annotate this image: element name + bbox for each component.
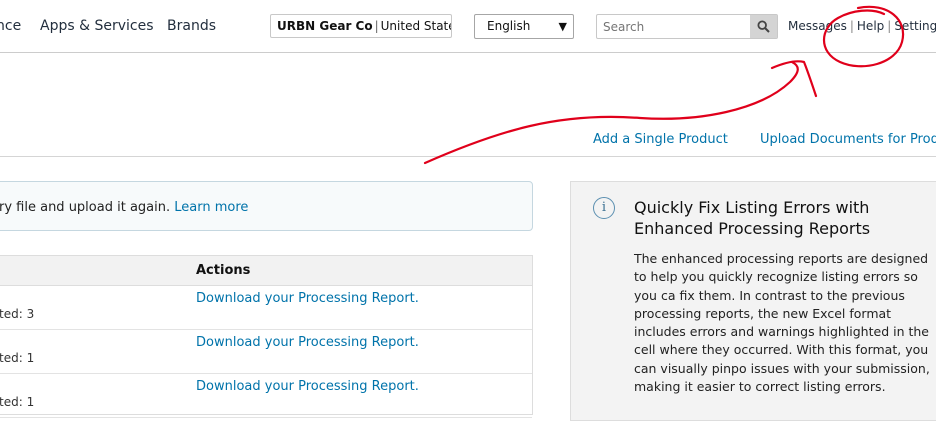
table-row: itted: 3 Download your Processing Report… bbox=[0, 285, 532, 330]
section-divider bbox=[0, 156, 936, 157]
nav-link-apps-services[interactable]: Apps & Services bbox=[40, 18, 154, 34]
language-value: English bbox=[487, 19, 531, 33]
utility-links: Messages | Help | Setting bbox=[788, 19, 936, 33]
download-report-link[interactable]: Download your Processing Report. bbox=[196, 291, 419, 306]
nav-link-brands[interactable]: Brands bbox=[167, 18, 216, 34]
account-switcher[interactable]: URBN Gear Co|United States bbox=[270, 14, 452, 38]
table-row: itted: 1 Download your Processing Report… bbox=[0, 329, 532, 374]
add-single-product-link[interactable]: Add a Single Product bbox=[593, 132, 728, 147]
info-icon: i bbox=[593, 197, 615, 219]
info-panel: i Quickly Fix Listing Errors with Enhanc… bbox=[570, 181, 936, 421]
language-select[interactable]: English ▼ bbox=[474, 14, 574, 39]
alert-text: ry file and upload it again. bbox=[0, 200, 171, 215]
search-box bbox=[596, 14, 778, 39]
submitted-count: itted: 3 bbox=[0, 307, 35, 321]
download-report-link[interactable]: Download your Processing Report. bbox=[196, 379, 419, 394]
actions-column-header: Actions bbox=[196, 263, 251, 278]
panel-body: The enhanced processing reports are desi… bbox=[634, 251, 930, 395]
submitted-count: itted: 1 bbox=[0, 351, 35, 365]
table-row: itted: 1 Download your Processing Report… bbox=[0, 373, 532, 418]
upload-documents-link[interactable]: Upload Documents for Produ bbox=[760, 132, 936, 147]
separator: | bbox=[374, 19, 379, 33]
settings-link[interactable]: Setting bbox=[894, 19, 936, 33]
upload-status-table: Actions itted: 3 Download your Processin… bbox=[0, 255, 533, 418]
separator: | bbox=[849, 19, 854, 33]
table-header: Actions bbox=[0, 256, 532, 286]
help-link[interactable]: Help bbox=[857, 19, 884, 33]
learn-more-link[interactable]: Learn more bbox=[174, 200, 248, 215]
submitted-count: itted: 1 bbox=[0, 395, 35, 409]
download-report-link[interactable]: Download your Processing Report. bbox=[196, 335, 419, 350]
search-icon bbox=[757, 20, 770, 33]
search-button[interactable] bbox=[750, 15, 777, 38]
info-alert: ry file and upload it again. Learn more bbox=[0, 181, 533, 231]
separator: | bbox=[887, 19, 892, 33]
search-input[interactable] bbox=[597, 15, 749, 38]
account-name: URBN Gear Co bbox=[277, 19, 373, 33]
top-navigation: nce Apps & Services Brands URBN Gear Co |… bbox=[0, 0, 936, 53]
messages-link[interactable]: Messages bbox=[788, 19, 847, 33]
annotation-arrow bbox=[423, 60, 818, 165]
panel-title: Quickly Fix Listing Errors with Enhanced… bbox=[634, 198, 871, 238]
account-region: United States bbox=[380, 19, 451, 33]
alert-message: ry file and upload it again. Learn more bbox=[0, 200, 248, 215]
nav-link-partial[interactable]: nce bbox=[0, 18, 21, 34]
dropdown-arrow-icon: ▼ bbox=[558, 20, 567, 33]
